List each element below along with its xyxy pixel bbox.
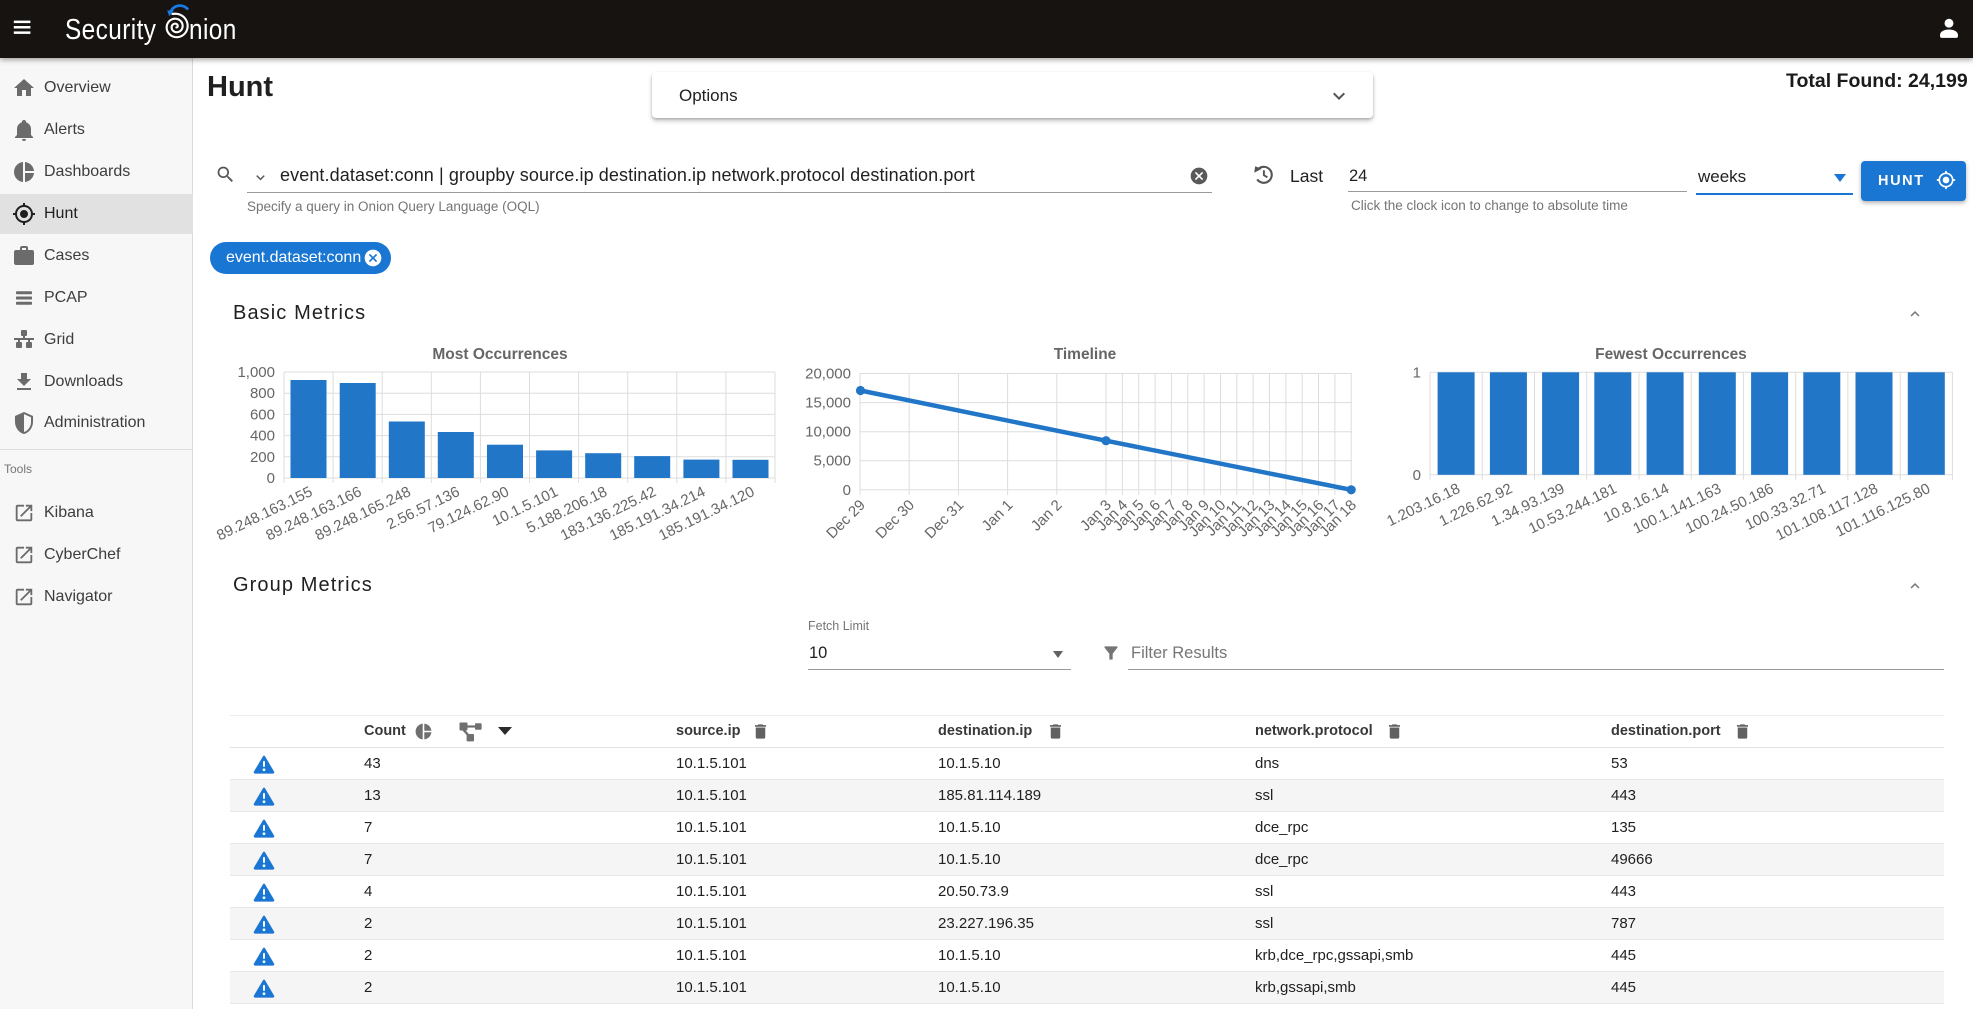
svg-text:Dec 31: Dec 31 [922,497,968,543]
svg-text:Dec 30: Dec 30 [872,497,918,543]
svg-text:400: 400 [250,428,275,445]
svg-text:800: 800 [250,385,275,402]
svg-text:Timeline: Timeline [1054,346,1117,363]
svg-text:200: 200 [250,449,275,466]
svg-text:0: 0 [843,482,851,499]
svg-text:Most Occurrences: Most Occurrences [432,346,567,363]
svg-text:20,000: 20,000 [805,366,851,383]
svg-text:5,000: 5,000 [813,453,851,470]
svg-text:0: 0 [267,470,275,487]
svg-text:600: 600 [250,406,275,423]
svg-text:1,000: 1,000 [237,364,275,381]
svg-text:Fewest Occurrences: Fewest Occurrences [1595,346,1747,363]
svg-text:Jan 2: Jan 2 [1028,497,1066,535]
svg-text:Jan 1: Jan 1 [978,497,1016,535]
svg-text:10,000: 10,000 [805,424,851,441]
svg-text:15,000: 15,000 [805,395,851,412]
svg-text:1: 1 [1413,364,1421,381]
svg-text:Dec 29: Dec 29 [823,497,869,543]
svg-text:0: 0 [1413,467,1421,484]
